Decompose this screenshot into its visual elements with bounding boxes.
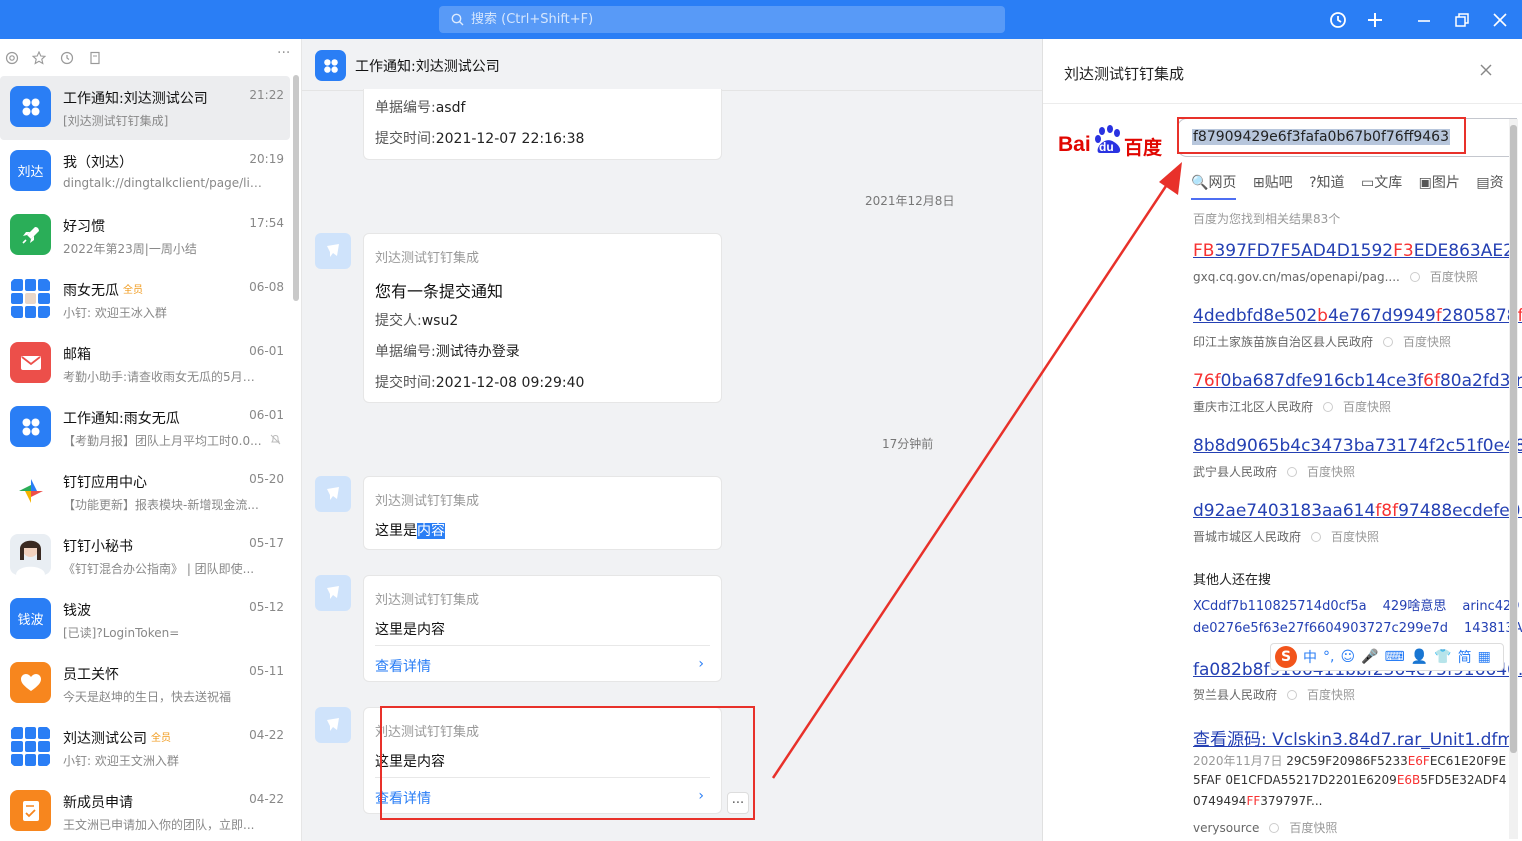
annotation-arrow [771,162,1182,779]
